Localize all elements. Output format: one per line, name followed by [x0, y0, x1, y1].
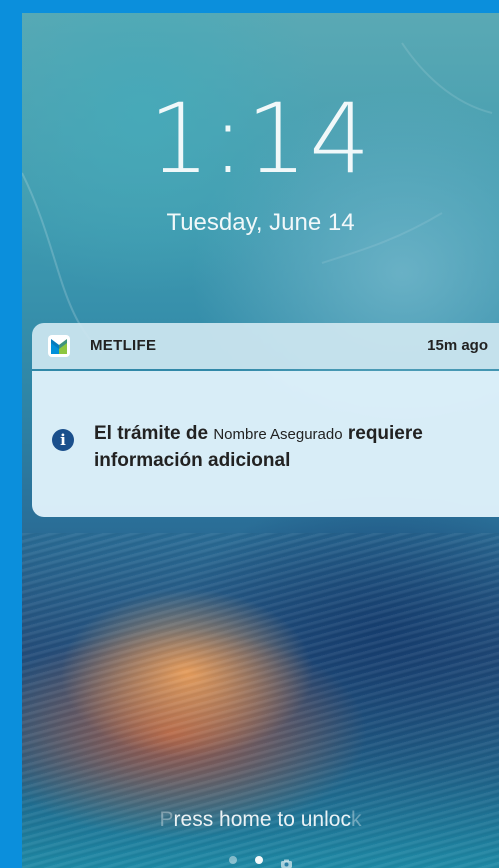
- notification-message: El trámite de Nombre Asegurado requiere …: [94, 421, 494, 474]
- lock-date: Tuesday, June 14: [166, 209, 355, 236]
- notification-body: i El trámite de Nombre Asegurado requier…: [32, 371, 499, 517]
- page-indicator: [22, 851, 499, 868]
- notification-header: METLIFE 15m ago: [32, 323, 499, 369]
- message-name: Nombre Asegurado: [213, 426, 343, 443]
- camera-icon: [281, 855, 293, 868]
- frame-border: 1:14 Tuesday, June 14 METLIFE 15m ago i …: [0, 0, 499, 868]
- unlock-hint: Press home to unlock: [22, 808, 499, 832]
- message-part1: El trámite de: [94, 423, 214, 444]
- lock-clock: 1:14: [148, 83, 373, 195]
- metlife-logo-icon: [48, 335, 70, 357]
- unlock-text: ress home to unloc: [173, 808, 351, 831]
- page-dot: [228, 855, 237, 864]
- page-dot-active: [255, 855, 263, 864]
- notification-time: 15m ago: [427, 337, 488, 354]
- info-icon: i: [52, 429, 74, 451]
- lock-screen: 1:14 Tuesday, June 14 METLIFE 15m ago i …: [22, 13, 499, 868]
- notification-card[interactable]: METLIFE 15m ago i El trámite de Nombre A…: [32, 323, 499, 517]
- unlock-prefix: P: [159, 808, 174, 831]
- notification-app-name: METLIFE: [90, 337, 157, 354]
- unlock-suffix: k: [350, 808, 362, 831]
